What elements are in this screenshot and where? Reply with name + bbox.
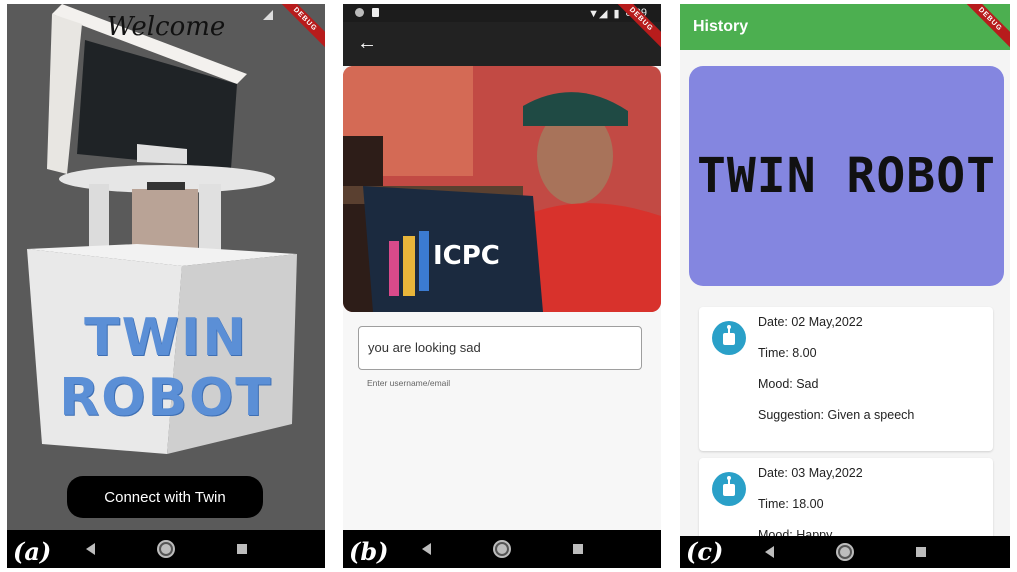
nav-back-icon[interactable] bbox=[421, 543, 431, 555]
sim-icon bbox=[372, 8, 379, 17]
banner-title: TWIN ROBOT bbox=[697, 148, 996, 204]
phone-screen-welcome: Welcome TWIN ROBOT Connect with Twin DEB… bbox=[7, 4, 325, 568]
brand-title: TWIN ROBOT bbox=[59, 308, 273, 428]
history-card[interactable]: Date: 02 May,2022 Time: 8.00 Mood: Sad S… bbox=[699, 307, 993, 451]
arrow-left-icon[interactable]: ← bbox=[357, 32, 377, 55]
shirt-logo-text: ICPC bbox=[433, 241, 500, 271]
nav-back-icon[interactable] bbox=[85, 543, 95, 555]
entry-time: Time: 18.00 bbox=[758, 497, 824, 511]
nav-recents-icon[interactable] bbox=[236, 544, 247, 554]
nav-home-icon[interactable] bbox=[158, 542, 173, 556]
debug-banner: DEBUG bbox=[950, 4, 1010, 64]
entry-time: Time: 8.00 bbox=[758, 346, 817, 360]
entry-date: Date: 02 May,2022 bbox=[758, 315, 863, 329]
panel-label-b: (b) bbox=[349, 537, 389, 566]
input-helper-text: Enter username/email bbox=[367, 378, 451, 388]
nav-recents-icon[interactable] bbox=[572, 544, 583, 554]
entry-mood: Mood: Sad bbox=[758, 377, 819, 391]
notification-dot-icon bbox=[355, 8, 364, 17]
android-nav-bar bbox=[680, 536, 1010, 568]
panel-label-c: (c) bbox=[686, 537, 724, 566]
entry-date: Date: 03 May,2022 bbox=[758, 466, 863, 480]
twin-robot-banner: TWIN ROBOT bbox=[689, 66, 1004, 286]
robot-icon bbox=[712, 472, 746, 506]
nav-home-icon[interactable] bbox=[837, 545, 852, 559]
entry-suggestion: Suggestion: Given a speech bbox=[758, 408, 915, 422]
android-nav-bar bbox=[7, 530, 325, 568]
phone-screen-history: History DEBUG TWIN ROBOT Date: 02 May,20… bbox=[680, 4, 1010, 568]
nav-home-icon[interactable] bbox=[494, 542, 509, 556]
debug-banner: DEBUG bbox=[601, 4, 661, 64]
camera-photo: ICPC bbox=[343, 66, 661, 312]
nav-recents-icon[interactable] bbox=[915, 547, 926, 557]
nav-back-icon[interactable] bbox=[764, 546, 774, 558]
mood-text-input[interactable]: you are looking sad bbox=[358, 326, 642, 370]
android-nav-bar bbox=[343, 530, 661, 568]
debug-banner: DEBUG bbox=[265, 4, 325, 64]
connect-with-twin-button[interactable]: Connect with Twin bbox=[67, 476, 263, 518]
phone-screen-mood-detection: ▼◢ ▮ 8:39 ← ICPC you are looking sad Ent… bbox=[343, 4, 661, 568]
robot-icon bbox=[712, 321, 746, 355]
panel-label-a: (a) bbox=[13, 537, 52, 566]
